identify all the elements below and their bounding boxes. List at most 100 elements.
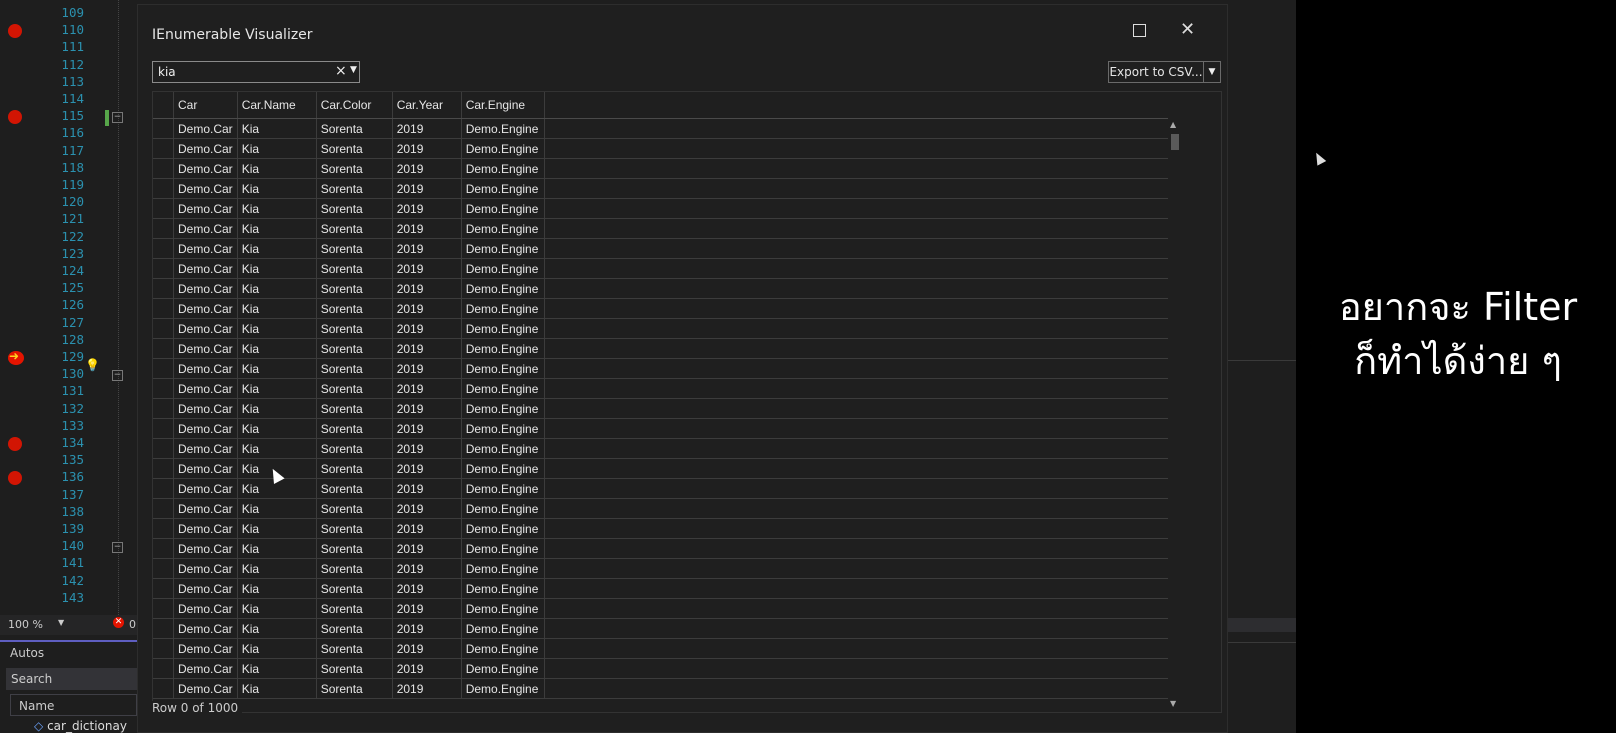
table-cell[interactable]: Sorenta xyxy=(316,518,393,539)
table-cell[interactable]: Demo.Car xyxy=(173,538,238,559)
row-selector[interactable] xyxy=(153,438,174,459)
table-cell[interactable]: Demo.Car xyxy=(173,578,238,599)
table-cell[interactable]: Sorenta xyxy=(316,458,393,479)
table-cell[interactable]: Demo.Car xyxy=(173,398,238,419)
table-row[interactable]: Demo.Car Kia Sorenta 2019 Demo.Engine xyxy=(153,378,1169,399)
fold-toggle-icon[interactable]: − xyxy=(112,370,123,382)
table-row[interactable]: Demo.Car Kia Sorenta 2019 Demo.Engine xyxy=(153,658,1169,679)
table-cell[interactable]: Demo.Car xyxy=(173,178,238,199)
table-cell[interactable]: Demo.Engine xyxy=(461,258,545,279)
table-cell[interactable]: Kia xyxy=(237,378,317,399)
zoom-level[interactable]: 100 % xyxy=(8,618,43,631)
table-cell[interactable]: 2019 xyxy=(392,258,462,279)
table-cell[interactable]: Demo.Engine xyxy=(461,338,545,359)
table-cell[interactable]: Demo.Car xyxy=(173,658,238,679)
table-cell[interactable]: Demo.Engine xyxy=(461,498,545,519)
row-selector[interactable] xyxy=(153,518,174,539)
table-cell[interactable]: Kia xyxy=(237,618,317,639)
row-selector[interactable] xyxy=(153,258,174,279)
autos-name-header[interactable]: Name xyxy=(10,694,137,716)
table-cell[interactable]: Sorenta xyxy=(316,418,393,439)
table-cell[interactable]: Sorenta xyxy=(316,438,393,459)
table-cell[interactable]: Kia xyxy=(237,658,317,679)
table-cell[interactable]: Demo.Car xyxy=(173,238,238,259)
table-cell[interactable]: Kia xyxy=(237,138,317,159)
table-row[interactable]: Demo.Car Kia Sorenta 2019 Demo.Engine xyxy=(153,578,1169,599)
table-cell[interactable]: Demo.Engine xyxy=(461,638,545,659)
row-selector[interactable] xyxy=(153,338,174,359)
table-row[interactable]: Demo.Car Kia Sorenta 2019 Demo.Engine xyxy=(153,198,1169,219)
table-cell[interactable]: Demo.Car xyxy=(173,458,238,479)
row-selector[interactable] xyxy=(153,678,174,699)
column-header[interactable]: Car.Year xyxy=(392,92,462,119)
table-cell[interactable]: Sorenta xyxy=(316,118,393,139)
table-cell[interactable]: 2019 xyxy=(392,578,462,599)
table-cell[interactable]: Demo.Engine xyxy=(461,298,545,319)
clear-filter-icon[interactable]: × xyxy=(335,63,347,79)
scroll-thumb[interactable] xyxy=(1171,134,1179,150)
table-row[interactable]: Demo.Car Kia Sorenta 2019 Demo.Engine xyxy=(153,638,1169,659)
table-cell[interactable]: Demo.Engine xyxy=(461,158,545,179)
breakpoint-icon[interactable] xyxy=(8,471,22,486)
table-cell[interactable]: Kia xyxy=(237,318,317,339)
table-cell[interactable]: 2019 xyxy=(392,478,462,499)
row-selector[interactable] xyxy=(153,358,174,379)
table-cell[interactable]: Sorenta xyxy=(316,278,393,299)
table-cell[interactable]: Demo.Car xyxy=(173,618,238,639)
table-cell[interactable]: 2019 xyxy=(392,278,462,299)
breakpoint-icon[interactable] xyxy=(8,437,22,451)
table-cell[interactable]: Demo.Engine xyxy=(461,418,545,439)
row-selector[interactable] xyxy=(153,538,174,559)
table-cell[interactable]: Kia xyxy=(237,298,317,319)
table-cell[interactable]: Demo.Engine xyxy=(461,478,545,499)
table-cell[interactable]: Kia xyxy=(237,538,317,559)
close-icon[interactable]: ✕ xyxy=(1180,19,1195,40)
fold-toggle-icon[interactable]: − xyxy=(112,542,123,554)
row-selector[interactable] xyxy=(153,638,174,659)
table-cell[interactable]: Demo.Engine xyxy=(461,318,545,339)
table-row[interactable]: Demo.Car Kia Sorenta 2019 Demo.Engine xyxy=(153,338,1169,359)
table-cell[interactable]: 2019 xyxy=(392,218,462,239)
table-cell[interactable]: Sorenta xyxy=(316,678,393,699)
table-cell[interactable]: Demo.Car xyxy=(173,198,238,219)
scroll-down-icon[interactable]: ▼ xyxy=(1170,699,1176,708)
table-cell[interactable]: 2019 xyxy=(392,438,462,459)
breakpoint-icon[interactable] xyxy=(8,110,22,125)
table-cell[interactable]: Demo.Engine xyxy=(461,678,545,699)
table-cell[interactable]: Sorenta xyxy=(316,158,393,179)
row-selector[interactable] xyxy=(153,618,174,639)
table-cell[interactable]: Kia xyxy=(237,578,317,599)
table-cell[interactable]: Kia xyxy=(237,558,317,579)
table-row[interactable]: Demo.Car Kia Sorenta 2019 Demo.Engine xyxy=(153,358,1169,379)
table-cell[interactable]: Demo.Engine xyxy=(461,598,545,619)
select-all-corner[interactable] xyxy=(153,92,174,119)
table-cell[interactable]: Demo.Engine xyxy=(461,238,545,259)
row-selector[interactable] xyxy=(153,498,174,519)
table-row[interactable]: Demo.Car Kia Sorenta 2019 Demo.Engine xyxy=(153,498,1169,519)
row-selector[interactable] xyxy=(153,278,174,299)
table-cell[interactable]: Sorenta xyxy=(316,478,393,499)
table-cell[interactable]: Sorenta xyxy=(316,218,393,239)
row-selector[interactable] xyxy=(153,178,174,199)
table-cell[interactable]: 2019 xyxy=(392,418,462,439)
table-cell[interactable]: Sorenta xyxy=(316,578,393,599)
column-header[interactable]: Car xyxy=(173,92,238,119)
table-cell[interactable]: Sorenta xyxy=(316,298,393,319)
autos-title[interactable]: Autos xyxy=(10,646,44,660)
table-cell[interactable]: 2019 xyxy=(392,238,462,259)
table-cell[interactable]: 2019 xyxy=(392,458,462,479)
table-cell[interactable]: Sorenta xyxy=(316,638,393,659)
table-row[interactable]: Demo.Car Kia Sorenta 2019 Demo.Engine xyxy=(153,678,1169,699)
table-row[interactable]: Demo.Car Kia Sorenta 2019 Demo.Engine xyxy=(153,538,1169,559)
table-cell[interactable]: Demo.Car xyxy=(173,678,238,699)
row-selector[interactable] xyxy=(153,598,174,619)
table-cell[interactable]: Demo.Engine xyxy=(461,378,545,399)
row-selector[interactable] xyxy=(153,558,174,579)
table-cell[interactable]: Kia xyxy=(237,518,317,539)
fold-toggle-icon[interactable]: − xyxy=(112,112,123,124)
export-dropdown-icon[interactable]: ▼ xyxy=(1204,61,1221,83)
row-selector[interactable] xyxy=(153,378,174,399)
table-row[interactable]: Demo.Car Kia Sorenta 2019 Demo.Engine xyxy=(153,298,1169,319)
current-statement-breakpoint-icon[interactable] xyxy=(8,349,24,365)
table-cell[interactable]: Sorenta xyxy=(316,198,393,219)
